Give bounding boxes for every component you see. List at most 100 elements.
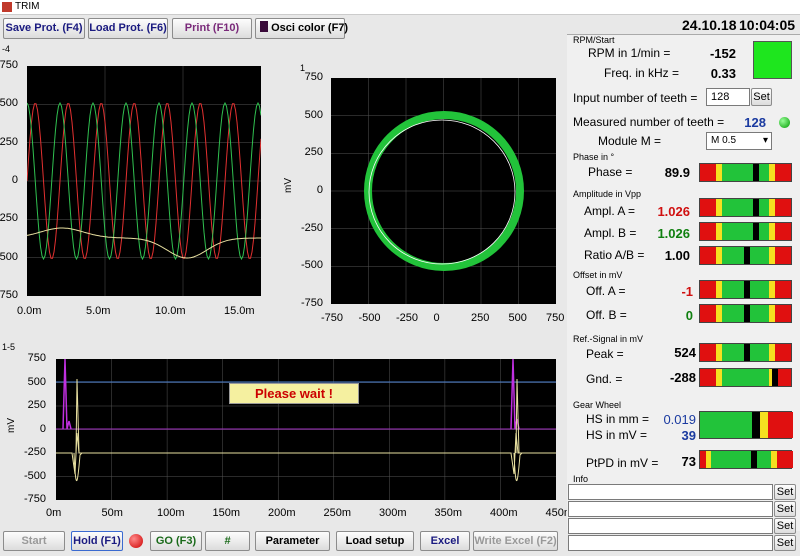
hold-button[interactable]: Hold (F1) [71, 531, 123, 551]
teeth-set-button[interactable]: Set [751, 88, 772, 106]
ref-section-title: Ref.-Signal in mV [573, 334, 644, 344]
waveform-svg [26, 66, 262, 296]
window-title: TRIM [15, 1, 40, 12]
info-set-button[interactable]: Set [774, 484, 796, 500]
ampl-b-label: Ampl. B = [584, 226, 637, 240]
gear-section-title: Gear Wheel [573, 400, 622, 410]
info-set-button[interactable]: Set [774, 535, 796, 551]
level-marker [744, 305, 751, 322]
time-display: 10:04:05 [739, 17, 796, 33]
info-field[interactable] [568, 501, 773, 517]
rpm-value: -152 [709, 46, 736, 61]
y-tick-label: -500 [23, 469, 46, 482]
rpm-status-indicator [753, 41, 792, 79]
x-tick-label: 10.0m [155, 305, 186, 317]
amplitude-section-title: Amplitude in Vpp [573, 189, 642, 199]
y-tick-label: -750 [300, 297, 323, 309]
x-tick-label: -500 [358, 312, 381, 324]
y-tick-label: 500 [304, 108, 323, 121]
info-field[interactable] [568, 518, 773, 534]
x-tick-label: 250m [323, 507, 352, 519]
app-icon [2, 2, 12, 12]
y-tick-label: 500 [27, 375, 46, 388]
gnd-bar [699, 368, 792, 387]
wait-message: Please wait ! [229, 383, 359, 404]
offset-b-value: 0 [685, 308, 693, 323]
x-tick-label: 150m [212, 507, 241, 519]
ratio-value: 1.00 [664, 248, 690, 263]
y-tick-label: 750 [304, 71, 323, 83]
rpm-label: RPM in 1/min = [588, 46, 671, 60]
rpm-section-title: RPM/Start [573, 35, 615, 45]
level-marker [753, 199, 760, 216]
reference-signal-plot[interactable] [56, 358, 556, 500]
info-field[interactable] [568, 484, 773, 500]
waveform-plot[interactable] [26, 66, 262, 296]
teeth-input[interactable]: 128 [706, 88, 750, 106]
start-button[interactable]: Start [3, 531, 65, 551]
info-set-button[interactable]: Set [774, 518, 796, 534]
lissajous-plot[interactable] [331, 78, 556, 304]
teeth-ok-led-icon [779, 117, 790, 128]
y-tick-label: -250 [300, 221, 323, 234]
offset-b-label: Off. B = [586, 308, 627, 322]
x-tick-label: 0.0m [17, 305, 42, 317]
offset-a-value: -1 [681, 284, 693, 299]
load-protocol-button[interactable]: Load Prot. (F6) [88, 18, 168, 39]
x-tick-label: -750 [321, 312, 344, 324]
osci-color-button[interactable]: Osci color (F7) [255, 18, 349, 39]
ampl-b-value: 1.026 [657, 226, 690, 241]
ptpd-value: 73 [681, 454, 696, 469]
x-tick-label: 5.0m [86, 305, 111, 317]
plot-b-exponent: 1-5 [2, 342, 16, 352]
lissajous-svg [331, 78, 556, 304]
info-field[interactable] [568, 535, 773, 551]
module-label: Module M = [598, 134, 662, 148]
gnd-label: Gnd. = [586, 372, 623, 386]
go-button[interactable]: GO (F3) [150, 531, 202, 551]
info-section-title: Info [573, 474, 589, 484]
parameter-button[interactable]: Parameter [255, 531, 330, 551]
print-button[interactable]: Print (F10) [172, 18, 252, 39]
excel-button[interactable]: Excel [420, 531, 470, 551]
freq-label: Freq. in kHz = [604, 66, 680, 80]
x-tick-label: 200m [268, 507, 296, 519]
plot-tl-exponent: -4 [2, 44, 11, 54]
write-excel-button[interactable]: Write Excel (F2) [473, 531, 558, 551]
module-selected-value: M 0.5 [711, 135, 737, 146]
y-tick-label: -500 [0, 250, 18, 263]
x-tick-label: 350m [434, 507, 463, 519]
ampl-a-bar [699, 198, 792, 217]
ampl-b-bar [699, 222, 792, 241]
date-display: 24.10.18 [682, 17, 737, 33]
teeth-input-label: Input number of teeth = [573, 91, 698, 105]
level-marker [744, 247, 751, 264]
info-set-button[interactable]: Set [774, 501, 796, 517]
osci-color-label: Osci color (F7) [271, 22, 349, 34]
hs-mv-value: 39 [681, 428, 696, 443]
ratio-bar [699, 246, 792, 265]
reference-signal-svg [56, 358, 556, 500]
level-marker [744, 344, 751, 361]
phase-value: 89.9 [664, 165, 690, 180]
offset-section-title: Offset in mV [573, 270, 623, 280]
y-tick-label: -250 [0, 212, 18, 225]
load-setup-button[interactable]: Load setup [336, 531, 414, 551]
peak-label: Peak = [586, 347, 624, 361]
x-tick-label: 50m [101, 507, 123, 519]
peak-value: 524 [674, 345, 696, 360]
color-swatch-icon [260, 21, 268, 32]
save-protocol-button[interactable]: Save Prot. (F4) [3, 18, 85, 39]
module-select[interactable]: M 0.5 ▾ [706, 132, 772, 150]
ampl-a-value: 1.026 [657, 204, 690, 219]
record-led-icon [129, 534, 143, 548]
phase-label: Phase = [588, 165, 633, 179]
y-tick-label: 250 [0, 135, 18, 148]
y-tick-label: -750 [23, 493, 46, 505]
phase-bar [699, 163, 792, 182]
y-tick-label: -250 [23, 446, 46, 458]
y-tick-label: -500 [300, 259, 323, 272]
phase-section-title: Phase in ° [573, 152, 615, 162]
hash-button[interactable]: # [205, 531, 250, 551]
offset-a-bar [699, 280, 792, 299]
